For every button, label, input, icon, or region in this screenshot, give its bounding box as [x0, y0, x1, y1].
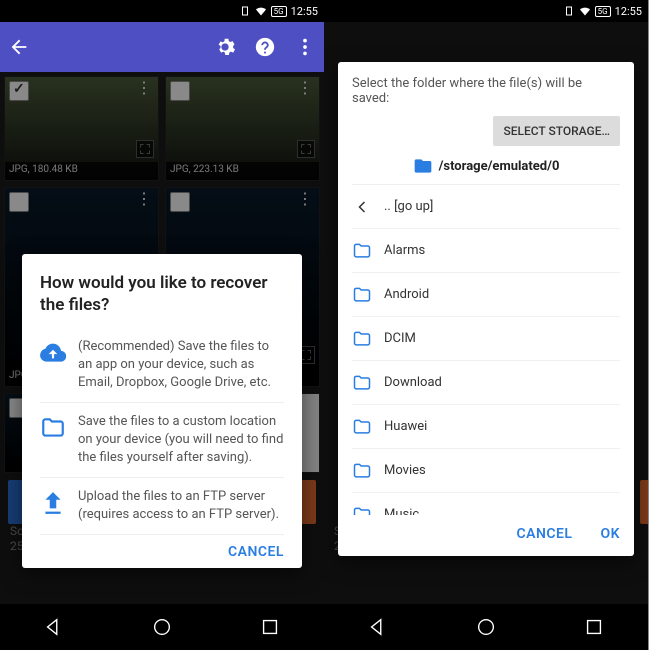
status-bar: 5G 12:55 — [324, 0, 648, 22]
help-icon[interactable] — [254, 36, 276, 58]
folder-item[interactable]: Music — [352, 493, 620, 515]
folder-icon — [352, 241, 372, 261]
folder-icon — [40, 415, 66, 441]
gear-icon[interactable] — [214, 36, 236, 58]
status-bar: 5G 12:55 — [0, 0, 324, 22]
folder-icon — [413, 156, 433, 176]
folder-item[interactable]: Movies — [352, 449, 620, 493]
folder-picker-dialog: Select the folder where the file(s) will… — [338, 62, 634, 556]
go-up-item[interactable]: .. [go up] — [352, 185, 620, 229]
wifi-icon — [579, 5, 591, 17]
cloud-upload-icon — [40, 340, 66, 366]
current-path: /storage/emulated/0 — [352, 156, 620, 176]
folder-icon — [352, 417, 372, 437]
folder-icon — [352, 329, 372, 349]
folder-icon — [352, 461, 372, 481]
recover-option-custom[interactable]: Save the files to a custom location on y… — [40, 403, 284, 478]
nav-home-icon[interactable] — [151, 616, 173, 638]
recover-option-app[interactable]: (Recommended) Save the files to an app o… — [40, 328, 284, 403]
folder-icon — [352, 285, 372, 305]
folder-icon — [352, 373, 372, 393]
chevron-left-icon — [352, 197, 372, 217]
nav-recent-icon[interactable] — [259, 616, 281, 638]
folder-item[interactable]: Alarms — [352, 229, 620, 273]
nav-home-icon[interactable] — [475, 616, 497, 638]
dialog-button-row: CANCEL OK — [352, 515, 620, 542]
select-storage-button[interactable]: SELECT STORAGE… — [493, 116, 620, 146]
left-screen: 5G 12:55 ⋮JPG, 180.48 KB ⋮JPG, 223.13 KB… — [0, 0, 324, 650]
toolbar — [0, 22, 324, 72]
vibrate-icon — [239, 5, 251, 17]
wifi-icon — [255, 5, 267, 17]
folder-label: DCIM — [384, 331, 416, 346]
folder-item[interactable]: Huawei — [352, 405, 620, 449]
network-badge: 5G — [271, 6, 287, 17]
folder-label: Alarms — [384, 243, 425, 258]
folder-label: Android — [384, 287, 429, 302]
folder-item[interactable]: DCIM — [352, 317, 620, 361]
folder-item[interactable]: Download — [352, 361, 620, 405]
recover-options-dialog: How would you like to recover the files?… — [22, 254, 302, 568]
nav-back-icon[interactable] — [367, 616, 389, 638]
option-text: Upload the files to an FTP server (requi… — [78, 488, 284, 524]
gallery: Scan completed. 250 files found (16 igno… — [324, 22, 648, 604]
cancel-button[interactable]: CANCEL — [228, 544, 284, 560]
gallery: ⋮JPG, 180.48 KB ⋮JPG, 223.13 KB ⋮JPG, 26… — [0, 72, 324, 604]
right-screen: 5G 12:55 Scan completed. 250 files found… — [324, 0, 648, 650]
option-text: Save the files to a custom location on y… — [78, 413, 284, 467]
folder-list[interactable]: .. [go up] Alarms Android DCIM Download Huaw… — [352, 184, 620, 515]
nav-bar — [324, 604, 648, 650]
nav-bar — [0, 604, 324, 650]
dialog-prompt: Select the folder where the file(s) will… — [352, 76, 620, 106]
option-text: (Recommended) Save the files to an app o… — [78, 338, 284, 392]
ok-button[interactable]: OK — [600, 526, 620, 542]
overflow-icon[interactable] — [294, 36, 316, 58]
clock: 12:55 — [615, 5, 642, 18]
go-up-label: .. [go up] — [384, 199, 433, 214]
cancel-button[interactable]: CANCEL — [516, 526, 572, 542]
network-badge: 5G — [595, 6, 611, 17]
ftp-upload-icon — [40, 490, 66, 516]
folder-label: Huawei — [384, 419, 427, 434]
path-text: /storage/emulated/0 — [439, 159, 560, 174]
folder-item[interactable]: Android — [352, 273, 620, 317]
clock: 12:55 — [291, 5, 318, 18]
folder-label: Download — [384, 375, 442, 390]
nav-back-icon[interactable] — [43, 616, 65, 638]
vibrate-icon — [563, 5, 575, 17]
dialog-title: How would you like to recover the files? — [40, 272, 284, 316]
folder-icon — [352, 505, 372, 516]
folder-label: Music — [384, 507, 419, 515]
back-icon[interactable] — [8, 36, 30, 58]
recover-option-ftp[interactable]: Upload the files to an FTP server (requi… — [40, 478, 284, 535]
nav-recent-icon[interactable] — [583, 616, 605, 638]
folder-label: Movies — [384, 463, 426, 478]
